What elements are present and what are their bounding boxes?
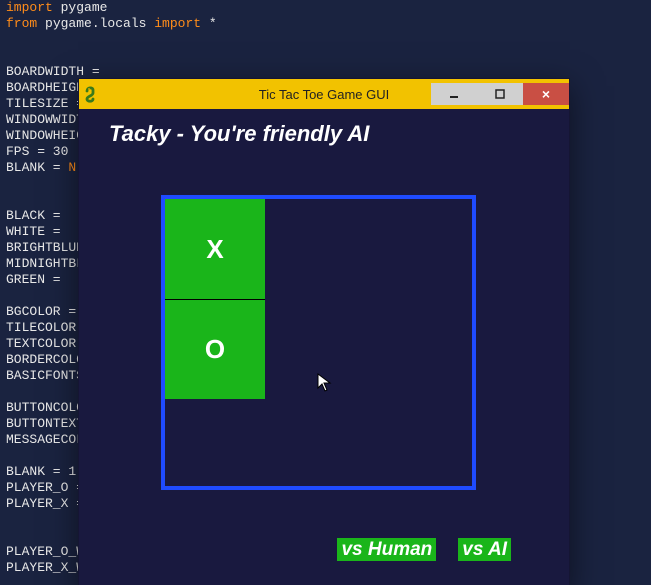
code-line — [6, 32, 645, 48]
code-line: import pygame — [6, 0, 645, 16]
titlebar[interactable]: Tic Tac Toe Game GUI × — [79, 79, 569, 109]
vs-ai-button[interactable]: vs AI — [458, 538, 511, 561]
board-cell-1-0[interactable]: O — [165, 299, 265, 399]
game-window: Tic Tac Toe Game GUI × Tacky - You're fr… — [78, 78, 570, 585]
game-heading: Tacky - You're friendly AI — [109, 121, 369, 147]
mode-buttons: vs Human vs AI — [337, 538, 511, 561]
game-board: X O — [161, 195, 476, 490]
board-cell-0-0[interactable]: X — [165, 199, 265, 299]
vs-human-button[interactable]: vs Human — [337, 538, 436, 561]
window-title: Tic Tac Toe Game GUI — [79, 87, 569, 102]
code-line — [6, 48, 645, 64]
game-client-area: Tacky - You're friendly AI X O vs Human … — [79, 109, 569, 585]
code-line: from pygame.locals import * — [6, 16, 645, 32]
